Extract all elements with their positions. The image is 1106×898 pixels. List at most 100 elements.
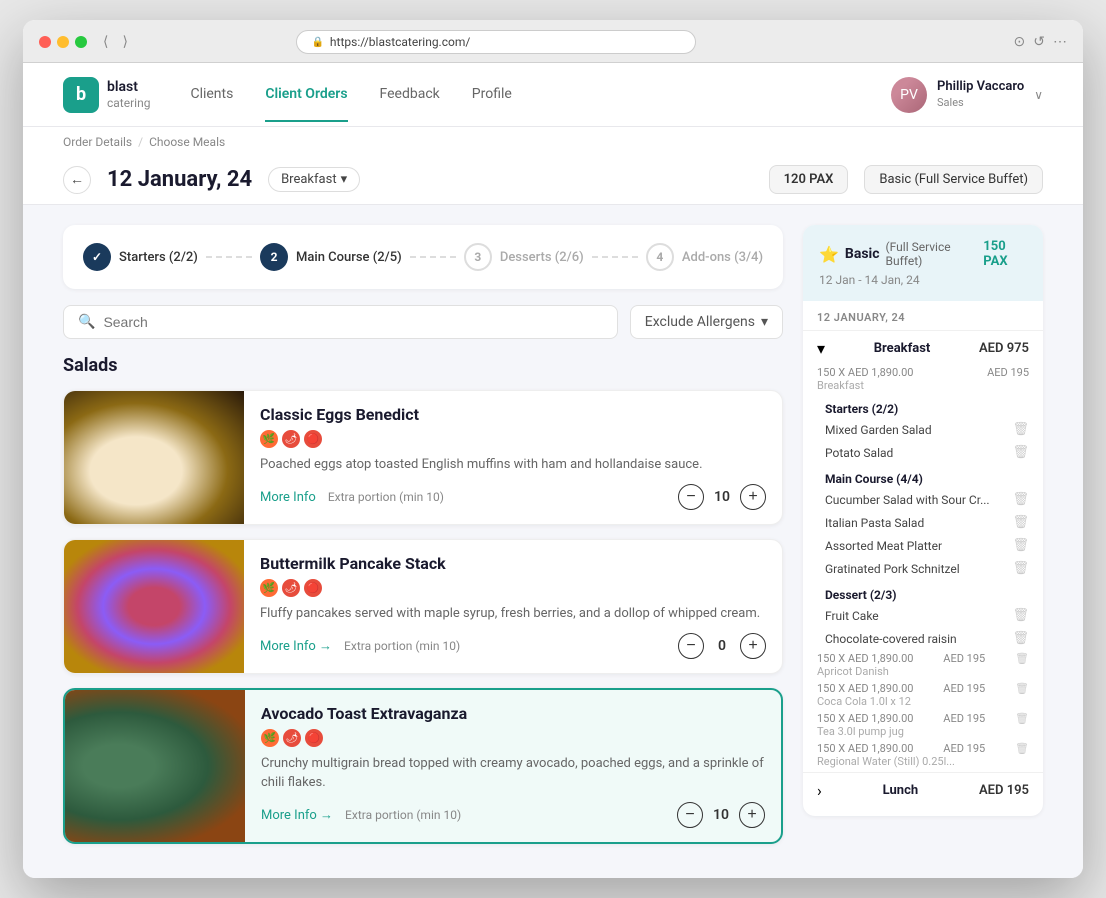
step-main-course[interactable]: 2 Main Course (2/5) bbox=[260, 243, 402, 271]
starters-section: Starters (2/2) Mixed Garden Salad 🗑 Pota… bbox=[803, 396, 1043, 466]
browser-chrome: ⟨ ⟩ 🔒 https://blastcatering.com/ ⊙ ↺ ⋯ bbox=[23, 20, 1083, 63]
breadcrumb-choose-meals: Choose Meals bbox=[149, 135, 225, 149]
order-summary: ⭐ Basic (Full Service Buffet) 150 PAX 12… bbox=[803, 225, 1043, 816]
close-button[interactable] bbox=[39, 36, 51, 48]
extra-price-2: AED 195 bbox=[943, 712, 985, 725]
order-body: 12 JANUARY, 24 ▾ Breakfast AED 975 150 X… bbox=[803, 301, 1043, 816]
allergen-dropdown-icon: ▾ bbox=[761, 314, 768, 330]
meal-info-1: Buttermilk Pancake Stack 🌿 🌶 🔴 Fluffy pa… bbox=[244, 540, 782, 673]
meal-tags-2: 🌿 🌶 🔴 bbox=[261, 729, 765, 747]
delete-choc-raisin[interactable]: 🗑 bbox=[1012, 631, 1029, 646]
quantity-control-0: − 10 + bbox=[678, 484, 766, 510]
order-section-breakfast-header[interactable]: ▾ Breakfast AED 975 bbox=[803, 331, 1043, 366]
traffic-lights bbox=[39, 36, 87, 48]
search-icon: 🔍 bbox=[78, 314, 95, 330]
user-dropdown-icon[interactable]: ∨ bbox=[1034, 88, 1043, 102]
meal-card-2: Avocado Toast Extravaganza 🌿 🌶 🔴 Crunchy… bbox=[63, 688, 783, 843]
browser-actions: ⊙ ↺ ⋯ bbox=[1014, 34, 1067, 50]
extra-del-1[interactable]: 🗑 bbox=[1015, 682, 1029, 695]
app: b blast catering Clients Client Orders F… bbox=[23, 63, 1083, 878]
order-section-lunch-header[interactable]: › Lunch AED 195 bbox=[803, 773, 1043, 808]
qty-increase-0[interactable]: + bbox=[740, 484, 766, 510]
meal-name-1: Buttermilk Pancake Stack bbox=[260, 554, 766, 573]
extra-del-0[interactable]: 🗑 bbox=[1015, 652, 1029, 665]
logo-icon: b bbox=[63, 77, 99, 113]
delete-cucumber[interactable]: 🗑 bbox=[1012, 492, 1029, 507]
item-name-schnitzel: Gratinated Pork Schnitzel bbox=[825, 562, 960, 576]
summary-icon: ⭐ bbox=[819, 245, 839, 264]
delete-italian-pasta[interactable]: 🗑 bbox=[1012, 515, 1029, 530]
extra-del-2[interactable]: 🗑 bbox=[1015, 712, 1029, 725]
extra-desc-0: Apricot Danish bbox=[817, 665, 1029, 678]
address-bar[interactable]: 🔒 https://blastcatering.com/ bbox=[296, 30, 696, 54]
user-section: PV Phillip Vaccaro Sales ∨ bbox=[891, 77, 1043, 113]
order-section-lunch-price: AED 195 bbox=[979, 783, 1029, 798]
reload-icon[interactable]: ↺ bbox=[1033, 34, 1045, 50]
main-course-section: Main Course (4/4) Cucumber Salad with So… bbox=[803, 466, 1043, 582]
dessert-title: Dessert (2/3) bbox=[803, 584, 1043, 604]
tag-fire-2: 🌿 bbox=[261, 729, 279, 747]
nav-feedback[interactable]: Feedback bbox=[380, 86, 440, 104]
step-circle-2: 2 bbox=[260, 243, 288, 271]
step-label-desserts: Desserts (2/6) bbox=[500, 250, 584, 265]
qty-value-1: 0 bbox=[712, 638, 732, 654]
pax-badge: 120 PAX bbox=[769, 165, 849, 194]
more-info-2[interactable]: More Info → bbox=[261, 807, 333, 823]
nav-back-icon[interactable]: ⟨ bbox=[99, 32, 112, 52]
url-text: https://blastcatering.com/ bbox=[330, 35, 470, 49]
step-addons[interactable]: 4 Add-ons (3/4) bbox=[646, 243, 763, 271]
order-date-label: 12 JANUARY, 24 bbox=[803, 301, 1043, 330]
nav-forward-icon[interactable]: ⟩ bbox=[118, 32, 131, 52]
delete-potato-salad[interactable]: 🗑 bbox=[1012, 445, 1029, 460]
delete-fruit-cake[interactable]: 🗑 bbox=[1012, 608, 1029, 623]
more-info-0[interactable]: More Info bbox=[260, 490, 316, 505]
search-input[interactable] bbox=[103, 314, 602, 330]
nav-clients[interactable]: Clients bbox=[190, 86, 233, 104]
item-name-fruit-cake: Fruit Cake bbox=[825, 609, 879, 623]
item-name-cucumber: Cucumber Salad with Sour Cr... bbox=[825, 493, 990, 507]
share-icon[interactable]: ⊙ bbox=[1014, 34, 1026, 50]
more-icon[interactable]: ⋯ bbox=[1053, 34, 1067, 50]
step-dots-1 bbox=[206, 256, 252, 258]
delete-schnitzel[interactable]: 🗑 bbox=[1012, 561, 1029, 576]
breadcrumb-order-details[interactable]: Order Details bbox=[63, 135, 132, 149]
logo-name: blast bbox=[107, 79, 150, 96]
meal-image-1 bbox=[64, 540, 244, 673]
maximize-button[interactable] bbox=[75, 36, 87, 48]
nav-client-orders[interactable]: Client Orders bbox=[265, 86, 347, 122]
allergen-filter[interactable]: Exclude Allergens ▾ bbox=[630, 305, 783, 339]
nav-links: Clients Client Orders Feedback Profile bbox=[190, 86, 511, 104]
order-section-breakfast-name: Breakfast bbox=[874, 341, 931, 356]
back-button[interactable]: ← bbox=[63, 166, 91, 194]
item-name-choc-raisin: Chocolate-covered raisin bbox=[825, 632, 957, 646]
summary-service: ⭐ Basic (Full Service Buffet) 150 PAX bbox=[819, 239, 1027, 269]
delete-mixed-salad[interactable]: 🗑 bbox=[1012, 422, 1029, 437]
order-item-italian-pasta: Italian Pasta Salad 🗑 bbox=[803, 511, 1043, 534]
qty-decrease-0[interactable]: − bbox=[678, 484, 704, 510]
meal-image-2 bbox=[65, 690, 245, 841]
extra-price-3: AED 195 bbox=[943, 742, 985, 755]
qty-decrease-1[interactable]: − bbox=[678, 633, 704, 659]
nav-profile[interactable]: Profile bbox=[472, 86, 512, 104]
tag-pepper-2: 🌶 bbox=[283, 729, 301, 747]
step-desserts[interactable]: 3 Desserts (2/6) bbox=[464, 243, 584, 271]
minimize-button[interactable] bbox=[57, 36, 69, 48]
main-course-title: Main Course (4/4) bbox=[803, 468, 1043, 488]
extra-item-2: 150 X AED 1,890.00 AED 195 🗑 Tea 3.0l pu… bbox=[803, 712, 1043, 742]
portion-label-1: Extra portion (min 10) bbox=[344, 639, 460, 653]
qty-increase-1[interactable]: + bbox=[740, 633, 766, 659]
order-item-potato-salad: Potato Salad 🗑 bbox=[803, 441, 1043, 464]
meal-type-badge[interactable]: Breakfast ▾ bbox=[268, 167, 360, 192]
wizard-steps: ✓ Starters (2/2) 2 Main Course (2/5) 3 D… bbox=[63, 225, 783, 289]
item-name-mixed-salad: Mixed Garden Salad bbox=[825, 423, 932, 437]
extra-del-3[interactable]: 🗑 bbox=[1015, 742, 1029, 755]
extra-qty-1: 150 X AED 1,890.00 bbox=[817, 682, 913, 695]
more-info-1[interactable]: More Info → bbox=[260, 638, 332, 654]
meal-footer-1: More Info → Extra portion (min 10) − 0 + bbox=[260, 633, 766, 659]
extra-qty-2: 150 X AED 1,890.00 bbox=[817, 712, 913, 725]
extra-item-0: 150 X AED 1,890.00 AED 195 🗑 Apricot Dan… bbox=[803, 652, 1043, 682]
extra-price-1: AED 195 bbox=[943, 682, 985, 695]
item-name-potato-salad: Potato Salad bbox=[825, 446, 893, 460]
extra-item-1: 150 X AED 1,890.00 AED 195 🗑 Coca Cola 1… bbox=[803, 682, 1043, 712]
delete-meat-platter[interactable]: 🗑 bbox=[1012, 538, 1029, 553]
